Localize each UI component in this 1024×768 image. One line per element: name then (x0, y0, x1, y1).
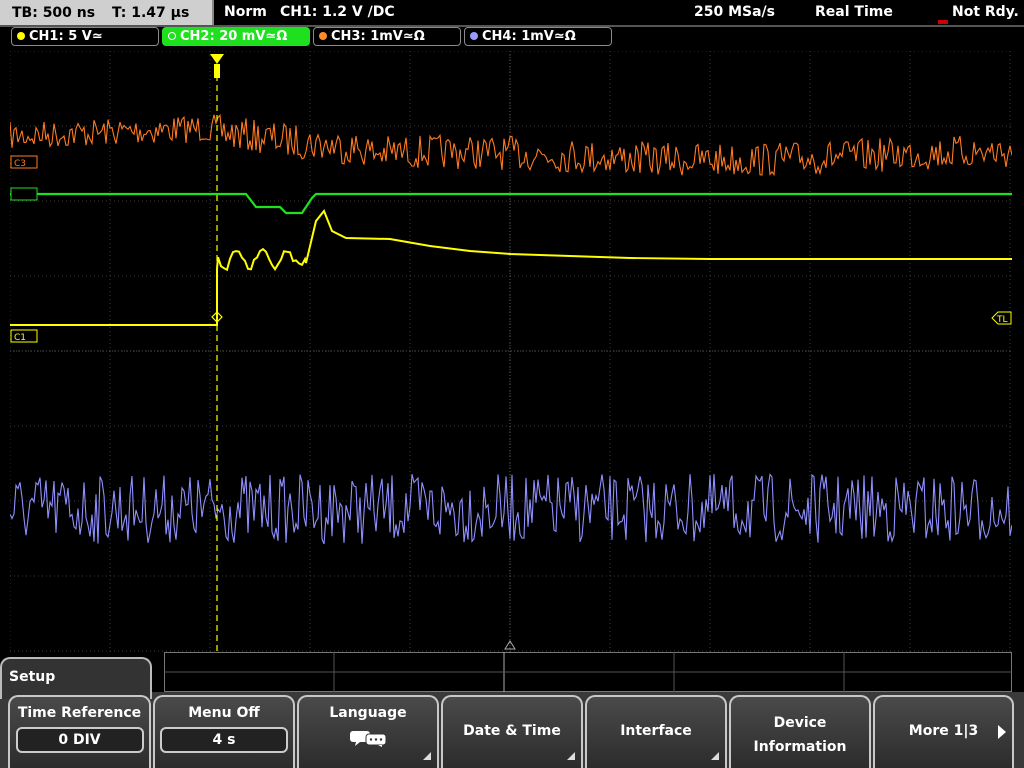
menu-off-label: Menu Off (188, 705, 260, 721)
channel-tab-label: CH1: 5 V≃ (29, 29, 103, 44)
ch4-color-icon (470, 32, 478, 40)
channel-tab-ch3[interactable]: CH3: 1mV≃Ω (313, 27, 461, 46)
timebase-value: TB: 500 ns (12, 5, 96, 21)
timebase-box[interactable]: TB: 500 ns T: 1.47 µs (0, 0, 214, 26)
interface-button[interactable]: Interface (585, 695, 727, 768)
waveform-display[interactable]: C3 C1 TL (10, 51, 1012, 652)
ch3-waveform (10, 114, 1012, 177)
language-button[interactable]: Language (297, 695, 439, 768)
time-reference-button[interactable]: Time Reference 0 DIV (8, 695, 151, 768)
date-time-label: Date & Time (463, 723, 561, 739)
trigger-mode[interactable]: Norm (224, 0, 267, 24)
more-label: More 1|3 (908, 723, 979, 739)
ch3-color-icon (319, 32, 327, 40)
channel-tab-label: CH3: 1mV≃Ω (331, 29, 425, 44)
ch3-marker-label: C3 (14, 159, 26, 169)
more-button[interactable]: More 1|3 (873, 695, 1014, 768)
ch3-reference-marker[interactable]: C3 (10, 155, 38, 169)
trigger-time-value: T: 1.47 µs (111, 5, 190, 21)
sample-rate: 250 MSa/s (694, 4, 776, 20)
status-bar: TB: 500 ns T: 1.47 µs Norm CH1: 1.2 V ∕D… (0, 0, 1024, 27)
device-information-button[interactable]: Device Information (729, 695, 871, 768)
next-page-arrow-icon (998, 725, 1006, 739)
ch2-reference-marker[interactable] (10, 187, 38, 201)
ch2-color-icon (168, 32, 176, 40)
time-reference-label: Time Reference (17, 705, 142, 721)
status-indicator (938, 20, 948, 24)
channel-tab-ch4[interactable]: CH4: 1mV≃Ω (464, 27, 612, 46)
channel-tab-label: CH4: 1mV≃Ω (482, 29, 576, 44)
menu-off-value: 4 s (160, 727, 288, 753)
ch1-reference-marker[interactable]: C1 (10, 329, 38, 343)
device-information-line1: Device (773, 715, 827, 731)
date-time-button[interactable]: Date & Time (441, 695, 583, 768)
ch2-waveform (10, 192, 1012, 215)
menu-title: Setup (0, 657, 152, 699)
acquisition-state: Not Rdy. (952, 4, 1019, 20)
submenu-corner-icon (567, 752, 575, 760)
trigger-position-icon[interactable] (210, 54, 224, 78)
menu-off-button[interactable]: Menu Off 4 s (153, 695, 295, 768)
submenu-corner-icon (711, 752, 719, 760)
ch1-marker-label: C1 (14, 333, 26, 343)
acquisition-mode: Real Time (815, 4, 893, 20)
speech-bubbles-icon (350, 731, 387, 747)
submenu-corner-icon (423, 752, 431, 760)
ch1-color-icon (17, 32, 25, 40)
trigger-level-label: TL (996, 315, 1008, 325)
channel-tab-label: CH2: 20 mV≃Ω (180, 29, 288, 44)
time-reference-value: 0 DIV (15, 727, 144, 753)
channel-tab-ch1[interactable]: CH1: 5 V≃ (11, 27, 159, 46)
language-label: Language (329, 705, 407, 721)
device-information-label: Device Information (731, 711, 869, 759)
zoom-strip (164, 652, 1012, 692)
device-information-line2: Information (753, 739, 847, 755)
ch1-waveform (10, 209, 1012, 326)
channel-tab-ch2[interactable]: CH2: 20 mV≃Ω (162, 27, 310, 46)
interface-label: Interface (620, 723, 692, 739)
trigger-level-marker[interactable]: TL (991, 311, 1012, 325)
trigger-setting[interactable]: CH1: 1.2 V ∕DC (280, 0, 395, 24)
ch4-waveform (10, 473, 1012, 545)
